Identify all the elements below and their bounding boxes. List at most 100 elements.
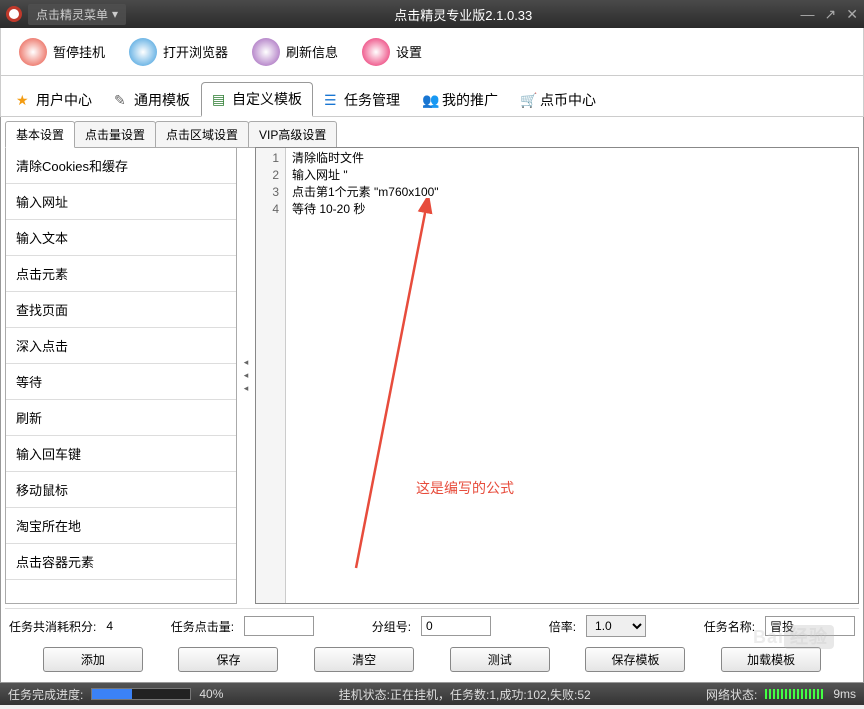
ico-cyan-icon <box>129 38 157 66</box>
action-淘宝所在地[interactable]: 淘宝所在地 <box>6 508 236 544</box>
toolbar-label: 打开浏览器 <box>163 42 228 61</box>
toolbar-设置[interactable]: 设置 <box>352 34 432 70</box>
status-bar: 任务完成进度: 40% 挂机状态:正在挂机，任务数:1,成功:102,失败:52… <box>0 683 864 705</box>
action-点击元素[interactable]: 点击元素 <box>6 256 236 292</box>
ti-task-icon: ☰ <box>324 92 340 108</box>
tab-我的推广[interactable]: 👥我的推广 <box>411 82 509 116</box>
ti-wand-icon: ✎ <box>114 92 130 108</box>
clicks-label: 任务点击量: <box>171 618 234 635</box>
line-number: 1 <box>258 150 279 167</box>
ico-pink-icon <box>362 38 390 66</box>
code-line[interactable]: 点击第1个元素 "m760x100" <box>292 184 852 201</box>
button-清空[interactable]: 清空 <box>314 647 414 672</box>
action-输入回车键[interactable]: 输入回车键 <box>6 436 236 472</box>
subtab-VIP高级设置[interactable]: VIP高级设置 <box>248 121 337 148</box>
workspace: 基本设置点击量设置点击区域设置VIP高级设置 清除Cookies和缓存输入网址输… <box>0 117 864 683</box>
button-保存[interactable]: 保存 <box>178 647 278 672</box>
action-等待[interactable]: 等待 <box>6 364 236 400</box>
button-row: 添加 保存 清空 测试 保存模板 加载模板 <box>5 643 859 678</box>
window-title: 点击精灵专业版2.1.0.33 <box>126 5 800 24</box>
rate-label: 倍率: <box>549 618 576 635</box>
rate-select[interactable]: 1.0 <box>586 615 646 637</box>
tab-任务管理[interactable]: ☰任务管理 <box>313 82 411 116</box>
group-input[interactable] <box>421 616 491 636</box>
code-line[interactable]: 输入网址 " <box>292 167 852 184</box>
points-value: 4 <box>106 619 113 633</box>
tab-label: 任务管理 <box>344 90 400 110</box>
ti-people-icon: 👥 <box>422 92 438 108</box>
ico-purple-icon <box>252 38 280 66</box>
progress-label: 任务完成进度: <box>8 686 83 703</box>
clicks-input[interactable] <box>244 616 314 636</box>
action-list-panel: 清除Cookies和缓存输入网址输入文本点击元素查找页面深入点击等待刷新输入回车… <box>5 147 237 604</box>
subtab-基本设置[interactable]: 基本设置 <box>5 121 75 148</box>
button-加载模板[interactable]: 加载模板 <box>721 647 821 672</box>
group-label: 分组号: <box>372 618 411 635</box>
button-保存模板[interactable]: 保存模板 <box>585 647 685 672</box>
action-查找页面[interactable]: 查找页面 <box>6 292 236 328</box>
arrow-annotation <box>316 198 536 578</box>
action-输入文本[interactable]: 输入文本 <box>6 220 236 256</box>
tab-label: 通用模板 <box>134 90 190 110</box>
toolbar-暂停挂机[interactable]: 暂停挂机 <box>9 34 115 70</box>
line-number: 4 <box>258 201 279 218</box>
toolbar-label: 刷新信息 <box>286 42 338 61</box>
latency-ms: 9ms <box>833 687 856 701</box>
toolbar-label: 设置 <box>396 42 422 61</box>
app-menu-button[interactable]: 点击精灵菜单 ▾ <box>28 4 126 25</box>
progress-bar <box>91 688 191 700</box>
button-添加[interactable]: 添加 <box>43 647 143 672</box>
tab-label: 我的推广 <box>442 90 498 110</box>
button-测试[interactable]: 测试 <box>450 647 550 672</box>
annotation-text: 这是编写的公式 <box>416 478 514 498</box>
action-深入点击[interactable]: 深入点击 <box>6 328 236 364</box>
tab-用户中心[interactable]: ★用户中心 <box>5 82 103 116</box>
tab-通用模板[interactable]: ✎通用模板 <box>103 82 201 116</box>
tab-点币中心[interactable]: 🛒点币中心 <box>509 82 607 116</box>
toolbar-打开浏览器[interactable]: 打开浏览器 <box>119 34 238 70</box>
primary-tabs: ★用户中心✎通用模板▤自定义模板☰任务管理👥我的推广🛒点币中心 <box>0 76 864 117</box>
ti-star-icon: ★ <box>16 92 32 108</box>
points-label: 任务共消耗积分: <box>9 618 96 635</box>
line-number: 2 <box>258 167 279 184</box>
task-params-row: 任务共消耗积分: 4 任务点击量: 分组号: 倍率: 1.0 任务名称: <box>5 608 859 643</box>
toolbar-label: 暂停挂机 <box>53 42 105 61</box>
taskname-label: 任务名称: <box>704 618 755 635</box>
subtab-点击量设置[interactable]: 点击量设置 <box>74 121 156 148</box>
net-label: 网络状态: <box>706 686 757 703</box>
minimize-button[interactable]: — <box>801 6 815 23</box>
chevron-left-icon: ◂ <box>244 370 249 381</box>
action-点击容器元素[interactable]: 点击容器元素 <box>6 544 236 580</box>
maximize-button[interactable]: ↗ <box>825 6 837 23</box>
subtab-点击区域设置[interactable]: 点击区域设置 <box>155 121 249 148</box>
code-editor[interactable]: 1234 清除临时文件输入网址 " 点击第1个元素 "m760x100"等待 1… <box>255 147 859 604</box>
action-清除Cookies和缓存[interactable]: 清除Cookies和缓存 <box>6 148 236 184</box>
toolbar-刷新信息[interactable]: 刷新信息 <box>242 34 348 70</box>
action-移动鼠标[interactable]: 移动鼠标 <box>6 472 236 508</box>
main-toolbar: 暂停挂机 打开浏览器 刷新信息 设置 <box>0 28 864 76</box>
tab-label: 用户中心 <box>36 90 92 110</box>
code-line[interactable]: 等待 10-20 秒 <box>292 201 852 218</box>
ti-doc-icon: ▤ <box>212 91 228 107</box>
network-indicator-icon <box>765 689 825 699</box>
taskname-input[interactable] <box>765 616 855 636</box>
line-number: 3 <box>258 184 279 201</box>
ti-cart-icon: 🛒 <box>520 92 536 108</box>
close-button[interactable]: ✕ <box>846 6 858 23</box>
action-输入网址[interactable]: 输入网址 <box>6 184 236 220</box>
splitter[interactable]: ◂ ◂ ◂ <box>241 147 251 604</box>
sub-tabs: 基本设置点击量设置点击区域设置VIP高级设置 <box>5 121 859 148</box>
titlebar: 点击精灵菜单 ▾ 点击精灵专业版2.1.0.33 — ↗ ✕ <box>0 0 864 28</box>
chevron-left-icon: ◂ <box>244 357 249 368</box>
code-line[interactable]: 清除临时文件 <box>292 150 852 167</box>
chevron-left-icon: ◂ <box>244 383 249 394</box>
progress-percent: 40% <box>199 687 223 701</box>
hang-status: 挂机状态:正在挂机，任务数:1,成功:102,失败:52 <box>339 686 591 703</box>
action-刷新[interactable]: 刷新 <box>6 400 236 436</box>
chevron-down-icon: ▾ <box>112 7 118 21</box>
tab-label: 点币中心 <box>540 90 596 110</box>
app-icon <box>6 6 22 22</box>
ico-red-icon <box>19 38 47 66</box>
tab-自定义模板[interactable]: ▤自定义模板 <box>201 82 313 117</box>
tab-label: 自定义模板 <box>232 89 302 109</box>
